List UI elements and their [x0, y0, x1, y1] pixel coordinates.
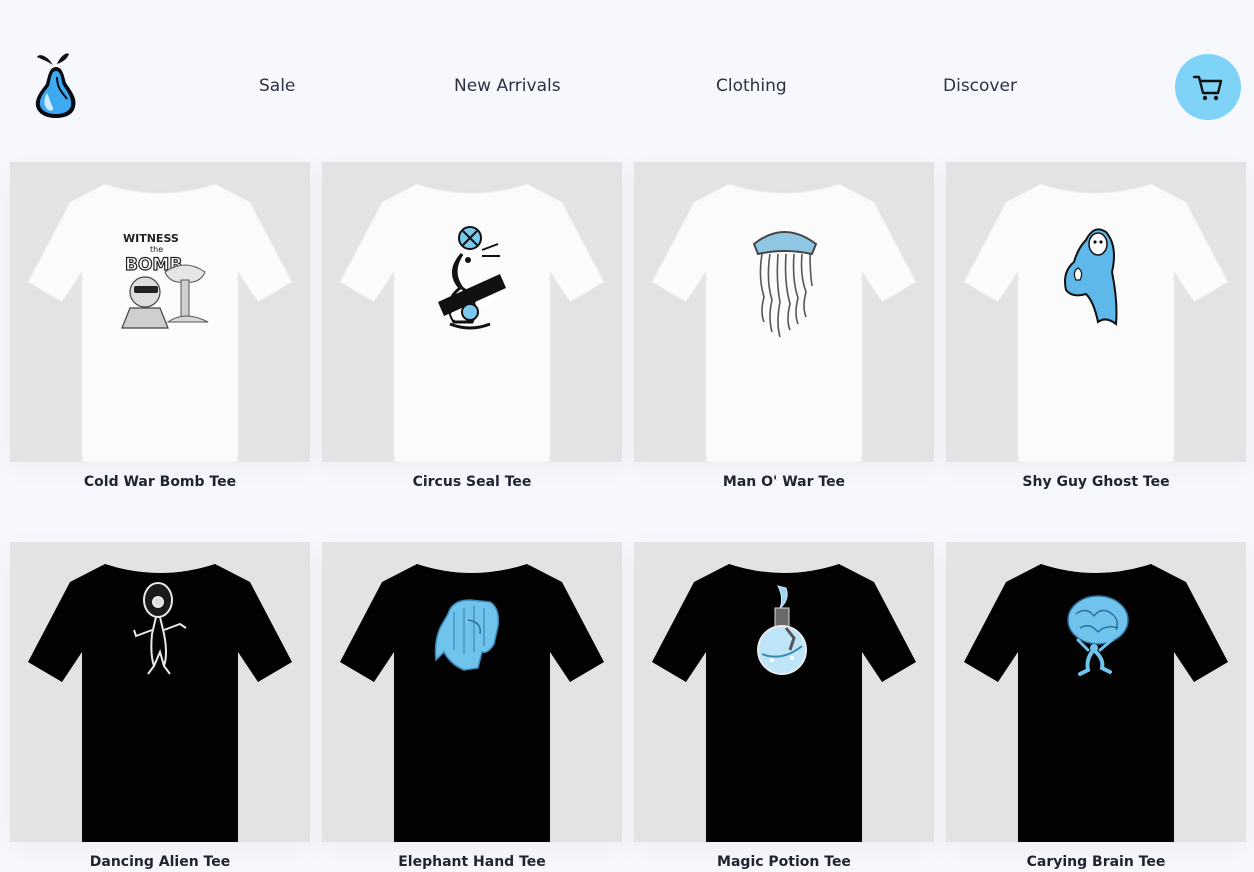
white-tshirt-shape [963, 183, 1229, 462]
cart-button[interactable] [1175, 54, 1241, 120]
product-card[interactable]: Elephant Hand Tee [322, 542, 622, 872]
product-image[interactable] [946, 162, 1246, 462]
product-card[interactable]: WITNESS the BOMB Cold War Bomb Tee [10, 162, 310, 492]
product-card[interactable]: Carying Brain Tee [946, 542, 1246, 872]
nav-sale-link[interactable]: Sale [259, 76, 295, 96]
graphic-text-witness: WITNESS [123, 232, 179, 245]
product-title[interactable]: Dancing Alien Tee [10, 852, 310, 872]
product-title[interactable]: Carying Brain Tee [946, 852, 1246, 872]
graphic-text-the: the [150, 245, 163, 254]
nav-discover-link[interactable]: Discover [943, 76, 1017, 96]
product-card[interactable]: Man O' War Tee [634, 162, 934, 492]
product-image[interactable]: WITNESS the BOMB [10, 162, 310, 462]
white-tshirt-shape [651, 183, 917, 462]
product-image[interactable] [10, 542, 310, 842]
site-header: Sale New Arrivals Clothing Discover [0, 0, 1254, 150]
product-title[interactable]: Elephant Hand Tee [322, 852, 622, 872]
product-image[interactable] [634, 162, 934, 462]
product-title[interactable]: Magic Potion Tee [634, 852, 934, 872]
product-card[interactable]: Dancing Alien Tee [10, 542, 310, 872]
black-tshirt-shape [652, 564, 916, 842]
product-card[interactable]: Magic Potion Tee [634, 542, 934, 872]
product-image[interactable] [634, 542, 934, 842]
product-title[interactable]: Circus Seal Tee [322, 472, 622, 492]
product-image[interactable]: PEAREGRINE [322, 162, 622, 462]
product-image[interactable] [322, 542, 622, 842]
shopping-cart-icon [1192, 75, 1223, 101]
product-title[interactable]: Man O' War Tee [634, 472, 934, 492]
nav-new-arrivals-link[interactable]: New Arrivals [454, 76, 561, 96]
product-grid: WITNESS the BOMB Cold War Bomb Tee PEARE… [10, 162, 1246, 872]
product-image[interactable] [946, 542, 1246, 842]
pear-logo-icon[interactable] [33, 49, 79, 121]
product-card[interactable]: Shy Guy Ghost Tee [946, 162, 1246, 492]
product-card[interactable]: PEAREGRINE Circus Seal Tee [322, 162, 622, 492]
product-title[interactable]: Shy Guy Ghost Tee [946, 472, 1246, 492]
product-title[interactable]: Cold War Bomb Tee [10, 472, 310, 492]
nav-clothing-link[interactable]: Clothing [716, 76, 787, 96]
